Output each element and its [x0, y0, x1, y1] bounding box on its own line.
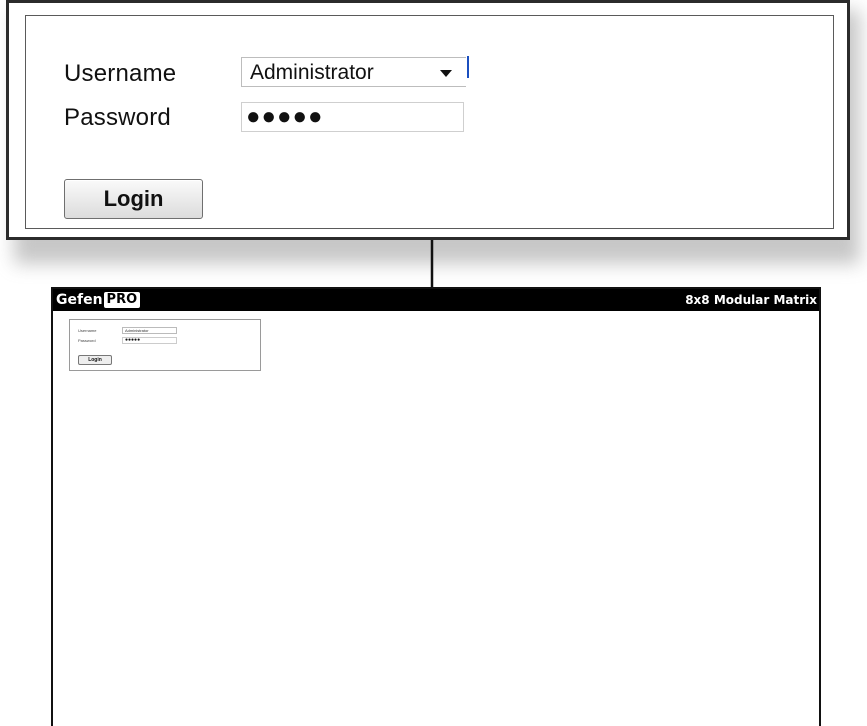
login-button[interactable]: Login [64, 179, 203, 219]
app-window: Gefen PRO 8x8 Modular Matrix Username Ad… [51, 287, 821, 726]
logo-gefen-text: Gefen [56, 292, 103, 308]
password-value: ●●●●● [246, 103, 324, 130]
password-label: Password [64, 104, 171, 131]
username-label: Username [64, 60, 177, 87]
login-form: Username Administrator Password ●●●●● Lo… [25, 15, 834, 229]
mini-login-button[interactable]: Login [78, 355, 112, 365]
app-title: 8x8 Modular Matrix [685, 293, 817, 307]
username-select-value: Administrator [250, 61, 374, 84]
username-select[interactable]: Administrator [241, 57, 466, 87]
mini-username-label: Username [78, 328, 97, 333]
app-header: Gefen PRO 8x8 Modular Matrix [53, 289, 819, 311]
login-callout: Username Administrator Password ●●●●● Lo… [6, 0, 850, 240]
text-caret [467, 56, 469, 78]
mini-password-field[interactable]: ●●●●● [122, 337, 177, 344]
password-field[interactable]: ●●●●● [241, 102, 464, 132]
mini-login-form: Username Administrator Password ●●●●● Lo… [69, 319, 261, 371]
logo-pro-text: PRO [103, 292, 141, 308]
mini-username-select[interactable]: Administrator [122, 327, 177, 334]
mini-password-label: Password [78, 338, 96, 343]
chevron-down-icon [440, 70, 452, 77]
gefen-pro-logo: Gefen PRO [56, 292, 141, 308]
